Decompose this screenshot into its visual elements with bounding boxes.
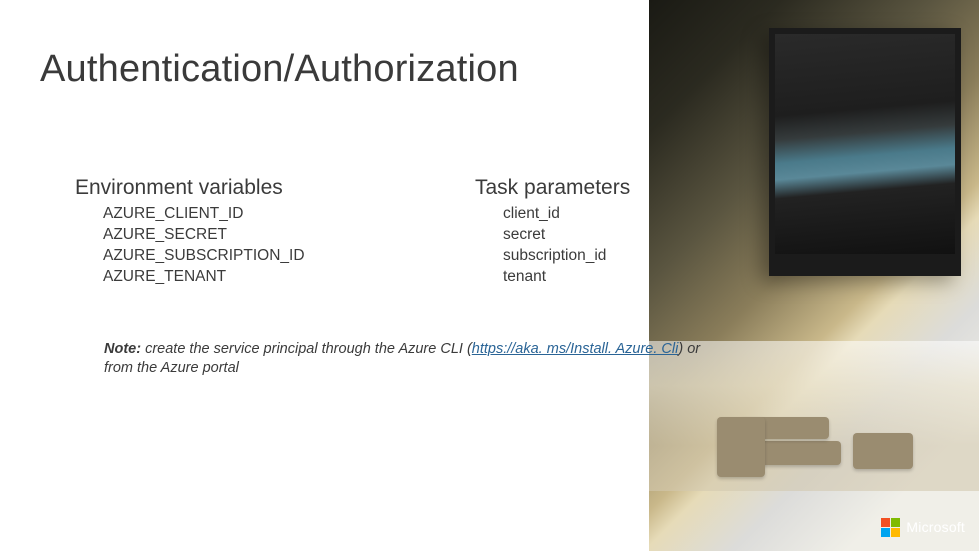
list-item: AZURE_SECRET	[103, 225, 335, 246]
content-columns: Environment variables AZURE_CLIENT_ID AZ…	[75, 176, 735, 288]
background-desk-props	[681, 417, 941, 469]
column-task-params: Task parameters client_id secret subscri…	[475, 176, 735, 288]
note-pre: create the service principal through the…	[141, 341, 472, 357]
footer-brand-text: Microsoft	[906, 519, 965, 535]
note-lead: Note:	[104, 341, 141, 357]
column-items: AZURE_CLIENT_ID AZURE_SECRET AZURE_SUBSC…	[103, 204, 335, 288]
list-item: AZURE_CLIENT_ID	[103, 204, 335, 225]
column-env-vars: Environment variables AZURE_CLIENT_ID AZ…	[75, 176, 335, 288]
slide: Authentication/Authorization Environment…	[0, 0, 979, 551]
slide-title: Authentication/Authorization	[40, 48, 519, 91]
note-link[interactable]: https://aka. ms/Install. Azure. Cli	[472, 341, 679, 357]
note-text: Note: create the service principal throu…	[104, 340, 724, 378]
list-item: secret	[503, 225, 735, 246]
list-item: AZURE_TENANT	[103, 267, 335, 288]
list-item: AZURE_SUBSCRIPTION_ID	[103, 246, 335, 267]
column-title: Task parameters	[475, 176, 735, 200]
column-items: client_id secret subscription_id tenant	[503, 204, 735, 288]
microsoft-logo-icon	[881, 518, 901, 538]
list-item: subscription_id	[503, 246, 735, 267]
footer-brand: Microsoft	[881, 518, 965, 538]
list-item: client_id	[503, 204, 735, 225]
list-item: tenant	[503, 267, 735, 288]
column-title: Environment variables	[75, 176, 335, 200]
